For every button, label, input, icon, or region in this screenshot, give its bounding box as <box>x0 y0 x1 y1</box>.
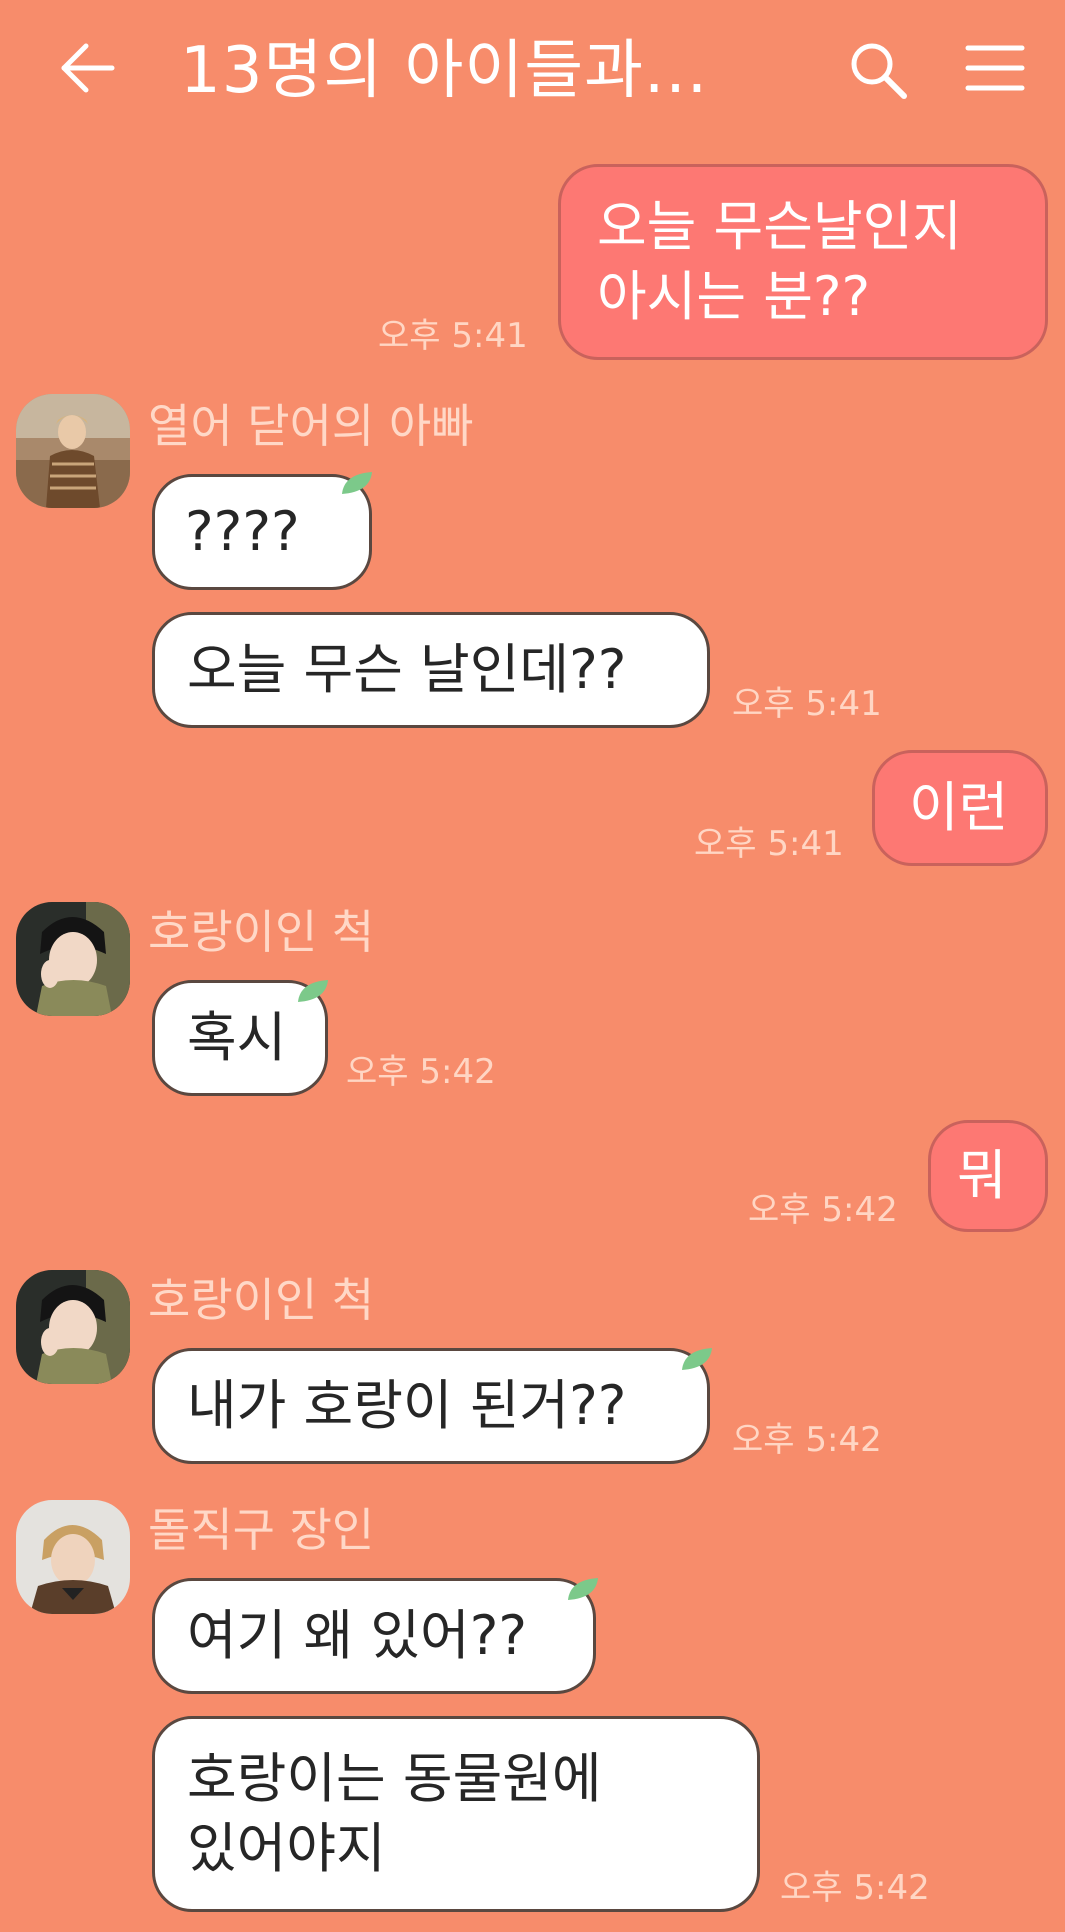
hamburger-menu-icon <box>965 45 1025 91</box>
their-message-bubble[interactable]: 내가 호랑이 된거?? <box>152 1348 710 1464</box>
sender-name: 호랑이인 척 <box>148 1273 375 1327</box>
message-line: 아시는 분?? <box>597 265 871 328</box>
their-message-bubble[interactable]: ???? <box>152 474 372 590</box>
their-message-bubble[interactable]: 오늘 무슨 날인데?? <box>152 612 710 728</box>
message-line: 오늘 무슨날인지 <box>597 195 962 258</box>
sender-name: 호랑이인 척 <box>148 905 375 959</box>
message-text: 여기 왜 있어?? <box>187 1604 528 1667</box>
search-button[interactable] <box>846 38 910 102</box>
arrow-left-icon <box>61 43 115 93</box>
back-button[interactable] <box>58 38 118 98</box>
message-text: ???? <box>185 500 300 563</box>
message-time: 오후 5:42 <box>346 1052 496 1092</box>
message-text: 오늘 무슨날인지 아시는 분?? <box>597 192 962 332</box>
my-message-bubble[interactable]: 뭐 <box>928 1120 1048 1232</box>
message-text: 내가 호랑이 된거?? <box>187 1374 627 1437</box>
leaf-icon <box>568 1578 598 1600</box>
message-line: 호랑이는 동물원에 <box>187 1747 602 1810</box>
profile-photo <box>16 1270 130 1384</box>
profile-photo <box>16 394 130 508</box>
menu-button[interactable] <box>964 40 1026 96</box>
message-time: 오후 5:41 <box>694 824 844 864</box>
message-time: 오후 5:42 <box>732 1420 882 1460</box>
chat-header: 13명의 아이들과... <box>0 0 1065 140</box>
profile-photo <box>16 1500 130 1614</box>
message-text: 뭐 <box>957 1144 1007 1207</box>
their-message-bubble[interactable]: 여기 왜 있어?? <box>152 1578 596 1694</box>
leaf-icon <box>342 472 372 494</box>
message-time: 오후 5:41 <box>378 316 528 356</box>
sender-name: 돌직구 장인 <box>148 1503 375 1557</box>
search-icon <box>851 43 907 99</box>
message-text: 혹시 <box>187 1006 287 1069</box>
avatar[interactable] <box>16 394 130 508</box>
leaf-icon <box>682 1348 712 1370</box>
message-line: 있어야지 <box>187 1817 386 1880</box>
chat-room-title: 13명의 아이들과... <box>180 34 709 108</box>
my-message-bubble[interactable]: 오늘 무슨날인지 아시는 분?? <box>558 164 1048 360</box>
message-time: 오후 5:41 <box>732 684 882 724</box>
message-text: 호랑이는 동물원에 있어야지 <box>187 1744 602 1884</box>
leaf-icon <box>298 980 328 1002</box>
message-text: 이런 <box>909 776 1009 839</box>
sender-name: 열어 닫어의 아빠 <box>148 399 474 453</box>
profile-photo <box>16 902 130 1016</box>
avatar[interactable] <box>16 902 130 1016</box>
avatar[interactable] <box>16 1500 130 1614</box>
message-time: 오후 5:42 <box>780 1868 930 1908</box>
message-text: 오늘 무슨 날인데?? <box>187 638 627 701</box>
my-message-bubble[interactable]: 이런 <box>872 750 1048 866</box>
avatar[interactable] <box>16 1270 130 1384</box>
their-message-bubble[interactable]: 호랑이는 동물원에 있어야지 <box>152 1716 760 1912</box>
message-time: 오후 5:42 <box>748 1190 898 1230</box>
